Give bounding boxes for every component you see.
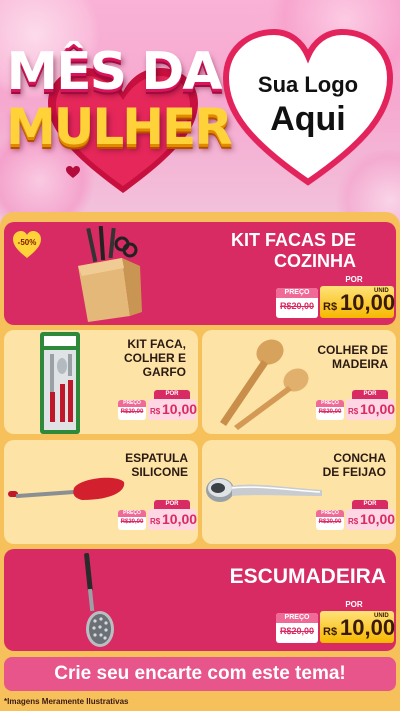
- flyer: MÊS DA MULHER Sua Logo Aqui -50% KIT FAC…: [0, 0, 400, 711]
- product-name: KIT FACAS DE COZINHA: [231, 230, 356, 271]
- new-price: 10,00: [162, 401, 198, 417]
- por-label: POR: [324, 599, 384, 611]
- logo-placeholder-line-2: Aqui: [270, 100, 346, 138]
- old-price: R$20,00: [318, 519, 342, 525]
- old-price: R$20,00: [120, 409, 144, 415]
- old-price: R$20,00: [279, 626, 315, 636]
- price-tag: PREÇO R$20,00 POR R$ 10,00: [316, 500, 396, 532]
- price-tag: PREÇO R$20,00 POR R$ 10,00: [118, 390, 198, 422]
- product-card: COLHER DE MADEIRA PREÇO R$20,00 POR R$ 1…: [202, 330, 396, 434]
- old-price-label: PREÇO: [316, 400, 344, 407]
- skimmer-icon: [84, 553, 114, 647]
- por-label: POR: [324, 274, 384, 286]
- old-price-label: PREÇO: [118, 510, 146, 517]
- product-name: KIT FACA, COLHER E GARFO: [123, 337, 186, 379]
- unit-label: UNID: [374, 613, 389, 619]
- currency: R$: [150, 407, 161, 416]
- por-label: POR: [154, 390, 190, 399]
- price-tag: PREÇO R$20,00 POR R$ 10,00 UNID: [276, 274, 395, 320]
- title-line-1: MÊS DA: [6, 42, 222, 102]
- knife-block-icon: [78, 226, 142, 322]
- currency: R$: [323, 301, 338, 313]
- campaign-title: MÊS DA MULHER: [6, 40, 233, 200]
- product-card: -50% KIT FACAS DE COZINHA PREÇO R$20,00 …: [4, 222, 396, 325]
- unit-label: UNID: [374, 288, 389, 294]
- discount-badge: -50%: [17, 238, 37, 247]
- old-price-label: PREÇO: [276, 288, 318, 298]
- product-name-line: GARFO: [142, 364, 186, 379]
- currency: R$: [323, 626, 338, 638]
- old-price-label: PREÇO: [316, 510, 344, 517]
- currency: R$: [150, 517, 161, 526]
- price-tag: PREÇO R$20,00 POR R$ 10,00: [316, 390, 396, 422]
- product-card: ESCUMADEIRA PREÇO R$20,00 POR R$ 10,00 U…: [4, 549, 396, 651]
- product-name-line: COLHER DE: [317, 343, 388, 357]
- product-card: CONCHA DE FEIJAO PREÇO R$20,00 POR R$ 10…: [202, 440, 396, 544]
- por-label: POR: [352, 500, 388, 509]
- product-name: COLHER DE MADEIRA: [317, 343, 388, 372]
- por-label: POR: [352, 390, 388, 399]
- product-name-line: KIT FACAS DE: [230, 230, 356, 250]
- product-name-line: ESPATULA: [125, 451, 188, 465]
- product-name-line: COLHER E: [123, 350, 186, 365]
- product-name-line: SILICONE: [131, 464, 188, 479]
- product-name-line: MADEIRA: [332, 356, 388, 371]
- product-name-line: DE FEIJAO: [322, 464, 386, 479]
- disclaimer-note: *Imagens Meramente Ilustrativas: [4, 697, 129, 706]
- old-price-label: PREÇO: [276, 613, 318, 623]
- cta-banner[interactable]: Crie seu encarte com este tema!: [4, 657, 396, 691]
- old-price-label: PREÇO: [118, 400, 146, 407]
- por-label: POR: [154, 500, 190, 509]
- product-card: ESPATULA SILICONE PREÇO R$20,00 POR R$ 1…: [4, 440, 198, 544]
- wooden-spoon-icon: [220, 339, 309, 430]
- product-name: ESCUMADEIRA: [230, 565, 386, 589]
- currency: R$: [348, 407, 359, 416]
- product-name: CONCHA DE FEIJAO: [322, 451, 386, 480]
- product-card: KIT FACA, COLHER E GARFO PREÇO R$20,00 P…: [4, 330, 198, 434]
- old-price: R$20,00: [318, 409, 342, 415]
- product-name: ESPATULA SILICONE: [125, 451, 188, 480]
- logo-placeholder-line-1: Sua Logo: [257, 72, 359, 97]
- new-price: 10,00: [162, 511, 198, 527]
- old-price: R$20,00: [120, 519, 144, 525]
- product-name-line: ESCUMADEIRA: [229, 565, 386, 588]
- product-name-line: KIT FACA,: [127, 337, 186, 351]
- new-price: 10,00: [360, 511, 396, 527]
- product-name-line: CONCHA: [333, 451, 386, 465]
- currency: R$: [348, 517, 359, 526]
- old-price: R$20,00: [279, 301, 315, 311]
- product-name-line: COZINHA: [274, 250, 356, 271]
- cutlery-set-icon: [40, 332, 80, 434]
- header-banner: MÊS DA MULHER Sua Logo Aqui: [0, 0, 400, 222]
- price-tag: PREÇO R$20,00 POR R$ 10,00 UNID: [276, 599, 395, 645]
- spatula-icon: [8, 477, 125, 500]
- price-tag: PREÇO R$20,00 POR R$ 10,00: [118, 500, 198, 532]
- title-line-2: MULHER: [6, 98, 233, 156]
- ladle-icon: [206, 478, 322, 502]
- new-price: 10,00: [360, 401, 396, 417]
